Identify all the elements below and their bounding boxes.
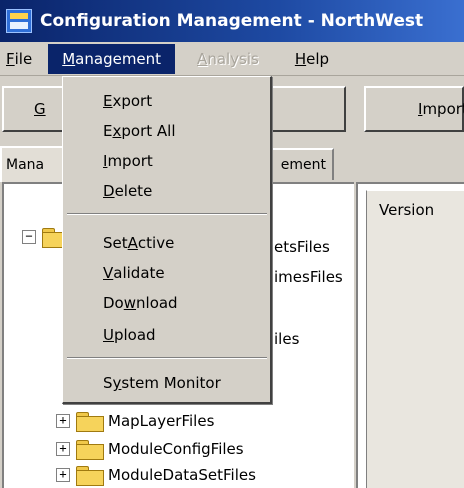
menu-item-export-all[interactable]: Ex port All [103,119,176,143]
tree-label: iles [274,330,300,348]
menu-item-export[interactable]: Export [103,89,152,113]
menu-item-mnemonic: V [103,264,114,282]
tree-label: etsFiles [274,238,330,256]
menu-item-validate[interactable]: Validate [103,261,165,285]
tree-label: imesFiles [274,268,343,286]
menu-item-mnemonic: A [127,234,138,252]
menu-item-post: ctive [137,234,175,252]
tree-row-moduledatasetfiles[interactable]: + ModuleDataSetFiles [56,464,256,486]
menu-file-post: ile [14,49,33,68]
menu-item-pre: Set [103,234,128,252]
tree-label: ModuleConfigFiles [108,440,244,458]
import-button[interactable]: Import [364,86,464,132]
menu-item-upload[interactable]: Upload [103,323,156,347]
import-button-post: mport [422,100,464,118]
menu-management-post: anagement [75,49,162,68]
menu-separator [67,357,267,359]
tree-row-moduleconfigfiles[interactable]: + ModuleConfigFiles [56,438,244,460]
tree-label: MapLayerFiles [108,412,215,430]
menu-analysis[interactable]: Analysis [175,44,273,74]
plus-box-icon[interactable]: + [56,414,70,428]
tab-management-label: Mana [6,157,45,173]
menu-file-mnemonic: F [6,49,15,68]
plus-box-icon[interactable]: + [56,468,70,482]
menu-item-mnemonic: w [123,294,137,312]
menu-analysis-post: nalysis [207,49,259,68]
menu-item-set-active[interactable]: Set Active [103,231,174,255]
tree-row-partial-3[interactable]: iles [274,328,299,350]
window-title: Configuration Management - NorthWest [40,11,424,31]
tab-management-2-label: ement [280,157,326,173]
app-icon [6,9,32,33]
column-header-label: Version [379,201,435,219]
menu-item-post: nload [136,294,178,312]
menu-item-system-monitor[interactable]: Sy stem Monitor [103,371,221,395]
menu-item-post: mport [107,152,153,170]
menu-item-pre: S [103,374,113,392]
menu-item-post: xport [112,92,153,110]
menu-separator [67,213,267,215]
folder-icon [76,412,104,432]
folder-icon [76,466,104,486]
tree-row-partial-1[interactable]: etsFiles [274,236,330,258]
menu-item-delete[interactable]: Delete [103,179,152,203]
menu-help[interactable]: Help [273,44,343,74]
title-bar[interactable]: Configuration Management - NorthWest [0,0,464,42]
menu-item-pre: E [103,122,113,140]
menu-management-mnemonic: M [62,49,76,68]
menu-analysis-mnemonic: A [197,49,208,68]
menu-help-mnemonic: H [294,49,307,68]
menu-file[interactable]: File [0,44,46,74]
menu-item-mnemonic: E [103,92,113,110]
menu-item-pre: Do [103,294,124,312]
minus-box-icon[interactable]: − [22,230,36,244]
menu-item-post: port All [121,122,176,140]
menu-item-post: stem Monitor [121,374,221,392]
tree-label: ModuleDataSetFiles [108,466,256,484]
column-header-version[interactable]: Version [366,190,464,488]
version-table[interactable]: Version [356,182,464,488]
menu-item-post: pload [113,326,156,344]
folder-icon [76,440,104,460]
menu-item-post: alidate [113,264,165,282]
tree-row-maplayerfiles[interactable]: + MapLayerFiles [56,410,214,432]
menu-item-mnemonic: x [112,122,122,140]
menu-item-mnemonic: D [103,182,115,200]
menu-item-post: elete [114,182,153,200]
management-menu: Export Ex port All Import Delete Set Acti… [62,76,272,404]
menu-management[interactable]: Management [48,43,176,74]
plus-box-icon[interactable]: + [56,442,70,456]
menu-item-import[interactable]: Import [103,149,153,173]
toolbar-button-g-label: G [34,100,46,118]
menu-item-mnemonic: U [103,326,114,344]
menu-bar: File Management Analysis Help [0,42,464,76]
tree-row-partial-2[interactable]: imesFiles [274,266,343,288]
menu-help-post: elp [306,49,330,68]
menu-item-mnemonic: y [112,374,122,392]
menu-item-download[interactable]: Do w nload [103,291,178,315]
